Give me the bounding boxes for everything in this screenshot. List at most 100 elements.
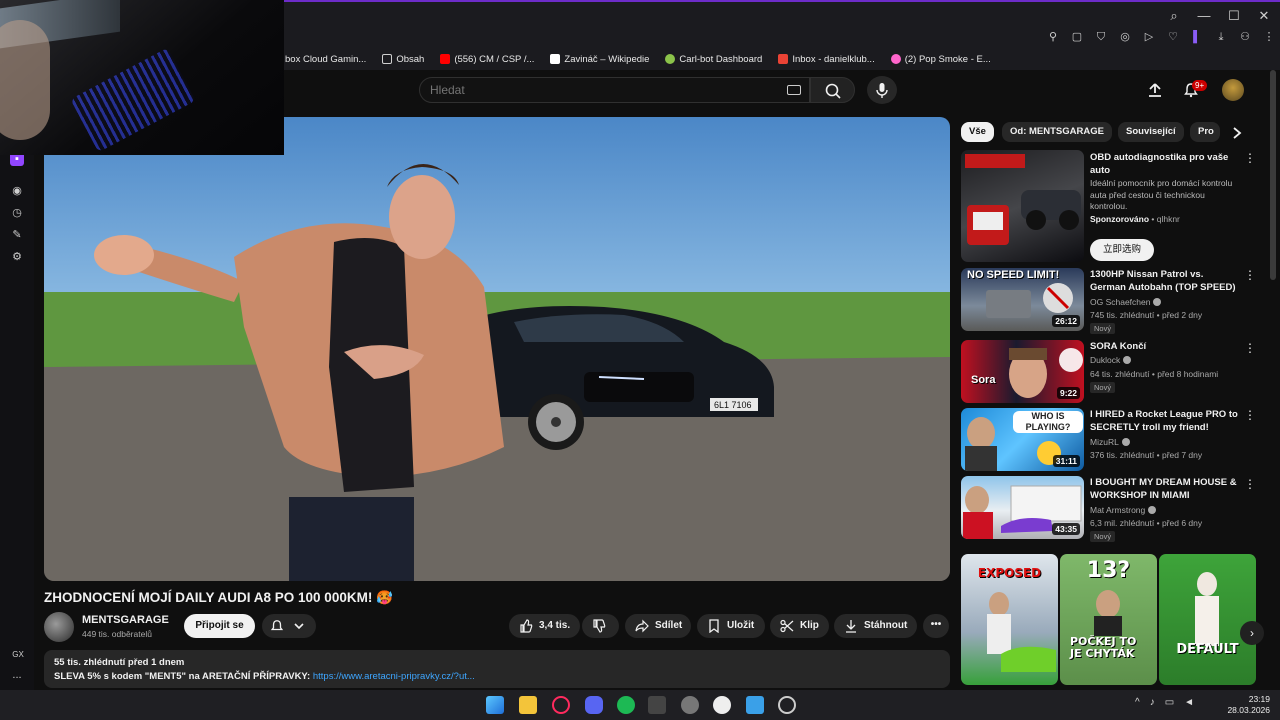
clip-button[interactable]: Klip [770, 614, 829, 638]
chip-from-channel[interactable]: Od: MENTSGARAGE [1002, 122, 1112, 142]
related-title[interactable]: 1300HP Nissan Patrol vs. German Autobahn… [1090, 268, 1240, 294]
chip-for-you[interactable]: Pro [1190, 122, 1220, 142]
bookmark-wikipedia[interactable]: Zavináč – Wikipedie [550, 54, 649, 65]
video-description[interactable]: 55 tis. zhlédnutí před 1 dnem SLEVA 5% s… [44, 650, 950, 688]
like-button[interactable]: 3,4 tis. [509, 614, 580, 638]
share-button[interactable]: Sdílet [625, 614, 691, 638]
bookmark-gmail[interactable]: Inbox - danielklub... [778, 54, 875, 65]
download-icon[interactable]: ⤓ [1214, 30, 1228, 44]
related-more-icon[interactable]: ⋮ [1244, 268, 1256, 282]
close-icon[interactable]: ✕ [1256, 8, 1272, 24]
related-title[interactable]: SORA Končí [1090, 340, 1240, 353]
taskbar-clock[interactable]: 23:19 28.03.2026 [1226, 694, 1270, 716]
video-player[interactable]: 6L1 7106 [44, 117, 950, 581]
related-thumbnail[interactable]: Sora 9:22 [961, 340, 1084, 403]
upload-icon[interactable] [1147, 82, 1163, 98]
related-channel[interactable]: MizuRL [1090, 437, 1130, 447]
short-thumbnail[interactable]: 13? POČKEJ TO JE CHYTÁK [1060, 554, 1157, 685]
download-label: Stáhnout [864, 620, 908, 631]
channel-avatar[interactable] [44, 612, 74, 642]
windows-start-icon[interactable] [486, 696, 504, 714]
volume-icon[interactable]: ◄ [1184, 697, 1204, 708]
related-channel[interactable]: OG Schaefchen [1090, 297, 1162, 307]
related-title[interactable]: I BOUGHT MY DREAM HOUSE & WORKSHOP IN MI… [1090, 476, 1240, 502]
short-thumbnail[interactable]: EXPOSED [961, 554, 1058, 685]
thumbs-up-icon [520, 619, 533, 633]
extensions-icon[interactable]: ✎ [10, 228, 24, 242]
play-icon[interactable]: ▷ [1142, 30, 1156, 44]
voice-search-button[interactable] [867, 76, 897, 104]
more-actions-button[interactable]: ••• [923, 614, 949, 638]
search-button[interactable] [810, 77, 855, 103]
notification-count-badge: 9+ [1192, 80, 1208, 91]
settings-gear-icon[interactable] [681, 696, 699, 714]
file-explorer-icon[interactable] [519, 696, 537, 714]
account-avatar[interactable] [1222, 79, 1244, 101]
download-button[interactable]: Stáhnout [834, 614, 917, 638]
bookmark-obsah[interactable]: Obsah [382, 54, 424, 65]
channel-name[interactable]: MENTSGARAGE [82, 614, 169, 626]
video-title: ZHODNOCENÍ MOJÍ DAILY AUDI A8 PO 100 000… [44, 590, 393, 605]
page-scrollbar[interactable] [1270, 70, 1276, 280]
menu-icon[interactable]: ⋮ [1262, 30, 1276, 44]
person-icon[interactable]: ⚇ [1238, 30, 1252, 44]
snapshot-icon[interactable]: ▢ [1070, 30, 1084, 44]
subscription-notification-button[interactable] [262, 614, 316, 638]
chip-all[interactable]: Vše [961, 122, 994, 142]
maximize-icon[interactable]: ☐ [1226, 8, 1242, 24]
bookmark-cloud-gaming[interactable]: box Cloud Gamin... [285, 54, 366, 65]
related-thumbnail[interactable]: NO SPEED LIMIT! 26:12 [961, 268, 1084, 331]
player-icon[interactable]: ◉ [10, 184, 24, 198]
keyboard-shape [70, 47, 196, 153]
related-more-icon[interactable]: ⋮ [1244, 341, 1256, 355]
dislike-button[interactable] [582, 614, 619, 638]
related-more-icon[interactable]: ⋮ [1244, 408, 1256, 422]
bookmark-carlbot[interactable]: Carl-bot Dashboard [665, 54, 762, 65]
shield-icon[interactable]: ⛉ [1094, 30, 1108, 44]
ad-title[interactable]: OBD autodiagnostika pro vaše auto [1090, 151, 1240, 177]
related-thumbnail[interactable]: 43:35 [961, 476, 1084, 539]
video-duration: 9:22 [1056, 387, 1080, 399]
app-icon[interactable] [648, 696, 666, 714]
ad-more-icon[interactable]: ⋮ [1244, 151, 1256, 165]
search-tabs-icon[interactable]: ⌕ [1166, 8, 1182, 24]
discord-icon[interactable] [585, 696, 603, 714]
search-input[interactable] [430, 78, 770, 102]
description-link[interactable]: https://www.aretacni-pripravky.cz/?ut... [313, 671, 475, 682]
ad-thumbnail[interactable] [961, 150, 1084, 262]
mic-tray-icon[interactable]: ♪ [1150, 697, 1165, 708]
editor-icon[interactable] [746, 696, 764, 714]
bookmark-pop-smoke[interactable]: (2) Pop Smoke - E... [890, 54, 991, 65]
search-box[interactable] [419, 77, 810, 103]
shorts-next-button[interactable]: › [1240, 621, 1264, 645]
related-channel[interactable]: Mat Armstrong [1090, 505, 1157, 515]
save-button[interactable]: Uložit [697, 614, 765, 638]
chevron-right-icon[interactable] [1232, 127, 1242, 139]
heart-icon[interactable]: ♡ [1166, 30, 1180, 44]
settings-icon[interactable]: ⚙ [10, 250, 24, 264]
keyboard-icon[interactable] [787, 85, 801, 95]
chrome-icon[interactable] [778, 696, 796, 714]
spotify-icon[interactable] [617, 696, 635, 714]
gx-label[interactable]: GX [8, 648, 28, 662]
related-thumbnail[interactable]: WHO IS PLAYING? 31:11 [961, 408, 1084, 471]
opera-gx-icon[interactable] [552, 696, 570, 714]
minimize-icon[interactable]: — [1196, 8, 1212, 24]
related-title[interactable]: I HIRED a Rocket League PRO to SECRETLY … [1090, 408, 1240, 434]
bookmark-label: Obsah [396, 53, 425, 65]
pin-icon[interactable]: ⚲ [1046, 30, 1060, 44]
network-icon[interactable]: ▭ [1165, 697, 1184, 708]
obs-icon[interactable] [713, 696, 731, 714]
sidebar-more-icon[interactable]: ... [10, 668, 24, 682]
chevron-up-icon[interactable]: ^ [1135, 697, 1150, 708]
related-meta: 64 tis. zhlédnutí • před 8 hodinami [1090, 369, 1219, 379]
history-icon[interactable]: ◷ [10, 206, 24, 220]
related-channel[interactable]: Duklock [1090, 355, 1132, 365]
bookmark-youtube[interactable]: (556) CM / CSP /... [440, 54, 534, 65]
short-thumbnail[interactable]: DEFAULT [1159, 554, 1256, 685]
chip-related[interactable]: Související [1118, 122, 1184, 142]
ad-cta-button[interactable]: 立即选购 [1090, 239, 1154, 261]
vpn-icon[interactable]: ◎ [1118, 30, 1132, 44]
related-more-icon[interactable]: ⋮ [1244, 477, 1256, 491]
join-button[interactable]: Připojit se [184, 614, 255, 638]
